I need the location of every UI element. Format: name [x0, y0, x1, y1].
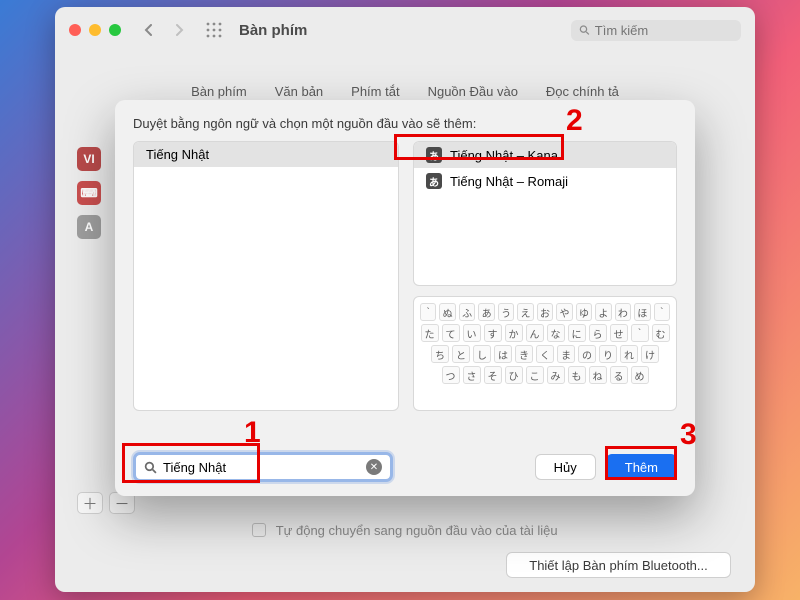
- key: お: [537, 303, 553, 321]
- bluetooth-keyboard-button[interactable]: Thiết lập Bàn phím Bluetooth...: [506, 552, 731, 578]
- key: て: [442, 324, 460, 342]
- key: ま: [557, 345, 575, 363]
- keyboard-preview: `ぬふあうえおやゆよわほ`たていすかんなにらせ`むちとしはきくまのりれけつさそひ…: [413, 296, 677, 411]
- key: `: [654, 303, 670, 321]
- add-source-button[interactable]: ＋: [77, 492, 103, 514]
- key: せ: [610, 324, 628, 342]
- tab-đọc-chính-tả[interactable]: Đọc chính tả: [534, 81, 631, 102]
- key: と: [452, 345, 470, 363]
- add-input-source-sheet: Duyệt bằng ngôn ngữ và chọn một nguồn đầ…: [115, 100, 695, 496]
- key: く: [536, 345, 554, 363]
- minimize-window-button[interactable]: [89, 24, 101, 36]
- key: に: [568, 324, 586, 342]
- key: ね: [589, 366, 607, 384]
- input-source-side-icons: VI ⌨ A: [77, 147, 101, 239]
- window-search-field[interactable]: [571, 20, 741, 41]
- key: う: [498, 303, 514, 321]
- key: わ: [615, 303, 631, 321]
- forward-button[interactable]: [167, 19, 191, 41]
- keyboard-row: ちとしはきくまのりれけ: [420, 345, 670, 363]
- key: え: [517, 303, 533, 321]
- auto-switch-checkbox[interactable]: [252, 523, 266, 537]
- sheet-search-field[interactable]: ✕: [133, 452, 393, 482]
- tab-nguồn-đầu-vào[interactable]: Nguồn Đầu vào: [416, 81, 530, 102]
- zoom-window-button[interactable]: [109, 24, 121, 36]
- key: め: [631, 366, 649, 384]
- key: る: [610, 366, 628, 384]
- cancel-button[interactable]: Hủy: [535, 454, 596, 480]
- input-source-item[interactable]: あ Tiếng Nhật – Kana: [414, 142, 676, 168]
- close-window-button[interactable]: [69, 24, 81, 36]
- key: ほ: [634, 303, 650, 321]
- key: す: [484, 324, 502, 342]
- key: り: [599, 345, 617, 363]
- key: ぬ: [439, 303, 455, 321]
- keyboard-row: `ぬふあうえおやゆよわほ`: [420, 303, 670, 321]
- japanese-icon: あ: [426, 173, 442, 189]
- key: な: [547, 324, 565, 342]
- key: ゆ: [576, 303, 592, 321]
- key: し: [473, 345, 491, 363]
- traffic-lights: [69, 24, 121, 36]
- input-source-item[interactable]: あ Tiếng Nhật – Romaji: [414, 168, 676, 194]
- tab-phím-tắt[interactable]: Phím tắt: [339, 81, 411, 102]
- language-item[interactable]: Tiếng Nhật: [134, 142, 398, 167]
- key: あ: [478, 303, 494, 321]
- key: れ: [620, 345, 638, 363]
- key: み: [547, 366, 565, 384]
- key: こ: [526, 366, 544, 384]
- window-search-input[interactable]: [595, 23, 733, 38]
- tab-bàn-phím[interactable]: Bàn phím: [179, 81, 259, 102]
- back-button[interactable]: [137, 19, 161, 41]
- search-icon: [144, 461, 157, 474]
- sheet-message: Duyệt bằng ngôn ngữ và chọn một nguồn đầ…: [133, 116, 677, 131]
- key: や: [556, 303, 572, 321]
- key: ひ: [505, 366, 523, 384]
- key: の: [578, 345, 596, 363]
- key: `: [631, 324, 649, 342]
- key: い: [463, 324, 481, 342]
- side-icon: A: [77, 215, 101, 239]
- grid-icon[interactable]: [205, 21, 223, 39]
- key: ん: [526, 324, 544, 342]
- tab-văn-bản[interactable]: Văn bản: [263, 81, 335, 102]
- key: つ: [442, 366, 460, 384]
- keyboard-row: たていすかんなにらせ`む: [420, 324, 670, 342]
- key: も: [568, 366, 586, 384]
- side-icon: ⌨: [77, 181, 101, 205]
- side-icon: VI: [77, 147, 101, 171]
- tabs: Bàn phímVăn bảnPhím tắtNguồn Đầu vàoĐọc …: [73, 81, 737, 102]
- key: さ: [463, 366, 481, 384]
- key: `: [420, 303, 436, 321]
- input-source-list[interactable]: あ Tiếng Nhật – Kana あ Tiếng Nhật – Romaji: [413, 141, 677, 286]
- key: ふ: [459, 303, 475, 321]
- key: け: [641, 345, 659, 363]
- key: よ: [595, 303, 611, 321]
- sheet-search-input[interactable]: [163, 460, 360, 475]
- nav-buttons: [137, 19, 191, 41]
- japanese-icon: あ: [426, 147, 442, 163]
- key: き: [515, 345, 533, 363]
- keyboard-row: つさそひこみもねるめ: [420, 366, 670, 384]
- key: そ: [484, 366, 502, 384]
- titlebar: Bàn phím: [55, 7, 755, 53]
- key: ち: [431, 345, 449, 363]
- key: ら: [589, 324, 607, 342]
- window-title: Bàn phím: [239, 22, 307, 39]
- language-list[interactable]: Tiếng Nhật: [133, 141, 399, 411]
- input-source-label: Tiếng Nhật – Romaji: [450, 174, 568, 189]
- search-icon: [579, 24, 590, 36]
- input-source-label: Tiếng Nhật – Kana: [450, 148, 558, 163]
- auto-switch-label: Tự động chuyển sang nguồn đầu vào của tà…: [55, 523, 755, 538]
- add-button[interactable]: Thêm: [606, 454, 677, 480]
- key: は: [494, 345, 512, 363]
- key: か: [505, 324, 523, 342]
- key: む: [652, 324, 670, 342]
- clear-icon[interactable]: ✕: [366, 459, 382, 475]
- key: た: [421, 324, 439, 342]
